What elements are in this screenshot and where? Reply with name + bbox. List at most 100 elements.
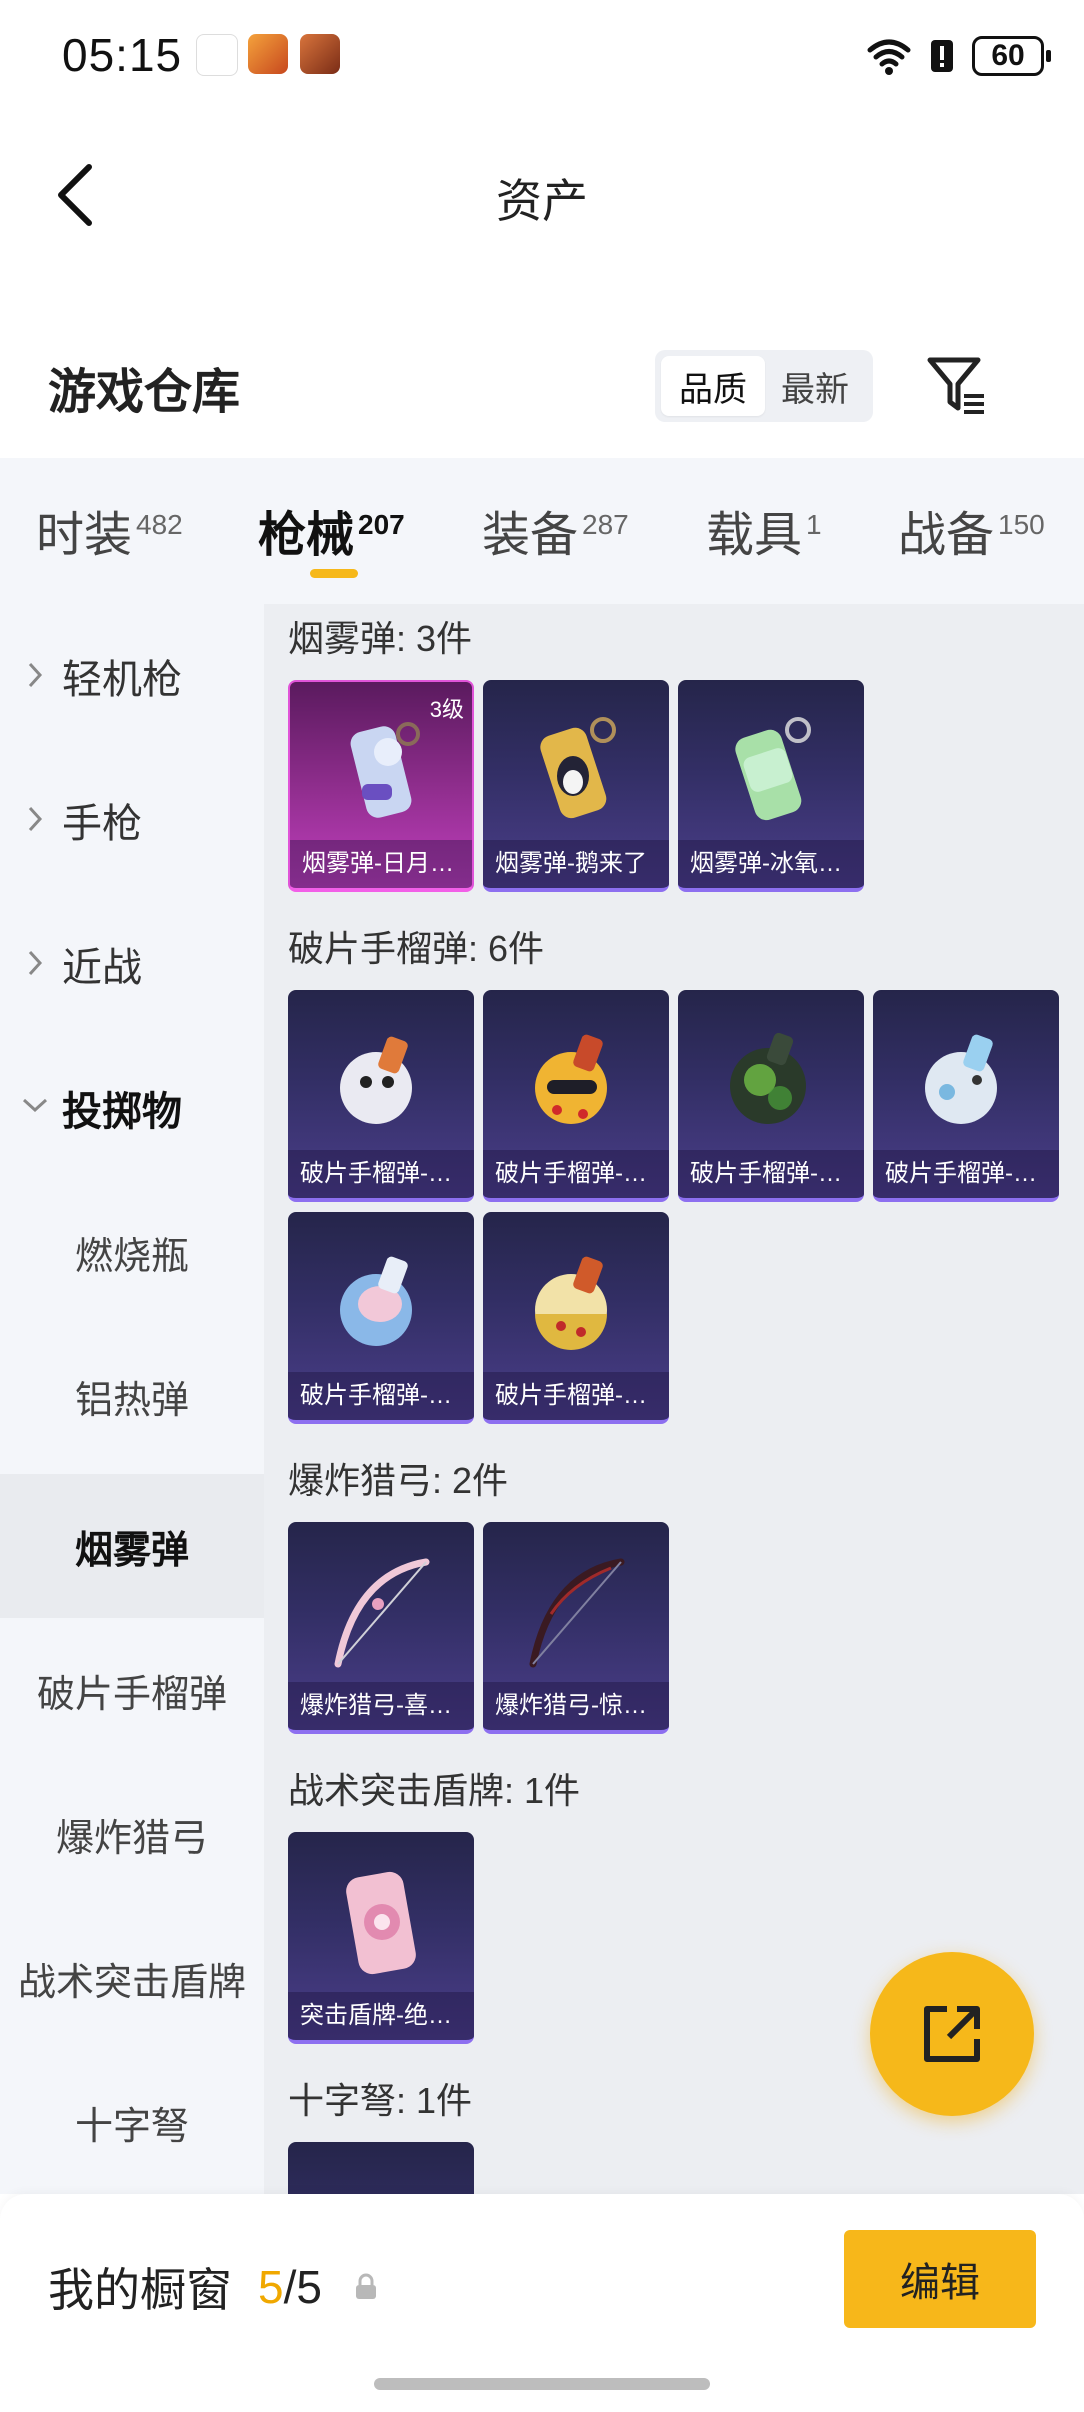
alert-icon xyxy=(931,40,953,72)
item-label: 破片手榴弹-… xyxy=(678,1150,864,1198)
status-time: 05:15 xyxy=(62,29,183,81)
smoke-grenade-image xyxy=(735,717,811,821)
item-card[interactable]: 破片手榴弹-… xyxy=(483,1212,669,1424)
bow-image xyxy=(334,1558,430,1668)
sidebar-item-molotov[interactable]: 燃烧瓶 xyxy=(0,1180,264,1324)
warehouse-title: 游戏仓库 xyxy=(48,366,241,419)
sidebar-item-label: 近战 xyxy=(62,946,142,990)
sidebar-item-thermite[interactable]: 铝热弹 xyxy=(0,1324,264,1468)
shield-image xyxy=(346,1871,416,1975)
tab-fashion[interactable]: 时装 482 xyxy=(36,495,183,565)
sidebar-item-frag-grenade[interactable]: 破片手榴弹 xyxy=(0,1618,264,1762)
item-card[interactable]: 破片手榴弹-… xyxy=(873,990,1059,1202)
tab-label: 载具 xyxy=(706,509,803,562)
filter-button[interactable] xyxy=(922,350,992,420)
share-fab-button[interactable] xyxy=(870,1952,1034,2116)
section-title-smoke: 烟雾弹: 3件 xyxy=(288,618,473,659)
edit-button[interactable]: 编辑 xyxy=(844,2230,1036,2328)
page-title: 资产 xyxy=(496,175,588,227)
sidebar-item-label: 投掷物 xyxy=(62,1090,182,1134)
item-card[interactable]: 突击盾牌-绝… xyxy=(288,1832,474,2044)
item-label: 烟雾弹-鹅来了 xyxy=(483,840,669,888)
bow-image xyxy=(529,1558,625,1668)
sidebar-item-assault-shield[interactable]: 战术突击盾牌 xyxy=(0,1906,264,2050)
tab-count: 150 xyxy=(998,509,1045,540)
showcase-info: 我的橱窗 5 / 5 xyxy=(48,2254,380,2320)
item-card[interactable]: 爆炸猎弓-惊… xyxy=(483,1522,669,1734)
tab-tactical-gear[interactable]: 战备 150 xyxy=(898,495,1045,565)
sidebar-item-pistol[interactable]: 手枪 xyxy=(0,748,264,892)
filter-icon xyxy=(927,357,984,414)
tab-label: 装备 xyxy=(482,509,579,562)
home-indicator[interactable] xyxy=(374,2378,710,2390)
frag-grenade-image xyxy=(925,1034,997,1124)
item-label: 突击盾牌-绝… xyxy=(288,1992,474,2040)
tab-guns[interactable]: 枪械 207 xyxy=(258,495,405,565)
game-notification-icon xyxy=(300,34,340,74)
section-title-bow: 爆炸猎弓: 2件 xyxy=(288,1460,509,1501)
frag-grenade-image xyxy=(730,1032,806,1124)
tab-label: 战备 xyxy=(898,509,995,562)
showcase-count-current: 5 xyxy=(258,2261,284,2313)
frag-grenade-image xyxy=(340,1036,412,1124)
sidebar-item-throwables[interactable]: 投掷物 xyxy=(0,1036,264,1180)
app-notification-icon xyxy=(248,34,288,74)
external-link-icon xyxy=(924,2006,980,2062)
item-card[interactable]: 破片手榴弹-… xyxy=(483,990,669,1202)
item-card[interactable]: 烟雾弹-鹅来了 xyxy=(483,680,669,892)
lock-icon xyxy=(355,2273,376,2299)
wifi-icon xyxy=(867,39,911,75)
battery-icon: 60 xyxy=(972,36,1051,76)
sidebar-item-label: 轻机枪 xyxy=(62,658,182,702)
item-card[interactable]: 破片手榴弹-… xyxy=(288,990,474,1202)
status-icons: 60 xyxy=(866,30,1051,82)
item-label: 破片手榴弹-… xyxy=(483,1372,669,1420)
item-label: 破片手榴弹-… xyxy=(288,1150,474,1198)
item-card[interactable] xyxy=(288,2142,474,2194)
frag-grenade-image xyxy=(535,1256,607,1350)
item-label: 爆炸猎弓-惊… xyxy=(483,1682,669,1730)
sidebar-item-light-machine-gun[interactable]: 轻机枪 xyxy=(0,604,264,748)
showcase-count-separator: / xyxy=(283,2261,297,2313)
sidebar-item-smoke-grenade[interactable]: 烟雾弹 xyxy=(0,1474,264,1618)
tab-count: 482 xyxy=(136,509,183,540)
item-label: 爆炸猎弓-喜… xyxy=(288,1682,474,1730)
frag-grenade-image xyxy=(535,1034,607,1124)
smoke-grenade-image xyxy=(540,717,616,819)
chevron-down-icon xyxy=(22,1098,48,1113)
smoke-grenade-image xyxy=(350,722,420,818)
tab-label: 时装 xyxy=(36,509,133,562)
sort-latest-button[interactable]: 最新 xyxy=(763,356,867,416)
sidebar-item-label: 手枪 xyxy=(62,802,142,846)
item-label: 烟雾弹-日月… xyxy=(290,840,472,888)
item-label: 破片手榴弹-… xyxy=(288,1372,474,1420)
section-title-shield: 战术突击盾牌: 1件 xyxy=(288,1770,581,1811)
tab-label: 枪械 xyxy=(258,509,355,562)
item-card[interactable]: 破片手榴弹-… xyxy=(288,1212,474,1424)
chevron-right-icon xyxy=(28,950,43,976)
sidebar: 轻机枪 手枪 近战 投掷物 燃烧瓶 铝热弹 烟雾弹 破片手榴弹 爆炸猎弓 战术突… xyxy=(0,604,264,2194)
sidebar-item-crossbow[interactable]: 十字弩 xyxy=(0,2050,264,2194)
tab-equipment[interactable]: 装备 287 xyxy=(482,495,629,565)
item-card[interactable]: 破片手榴弹-… xyxy=(678,990,864,1202)
sidebar-item-explosive-bow[interactable]: 爆炸猎弓 xyxy=(0,1762,264,1906)
qq-notification-icon xyxy=(196,34,238,76)
item-card[interactable]: 爆炸猎弓-喜… xyxy=(288,1522,474,1734)
active-tab-indicator xyxy=(310,569,358,578)
tab-count: 207 xyxy=(358,509,405,540)
tab-count: 287 xyxy=(582,509,629,540)
frag-grenade-image xyxy=(340,1256,412,1346)
tab-vehicles[interactable]: 载具 1 xyxy=(706,495,822,565)
sidebar-item-melee[interactable]: 近战 xyxy=(0,892,264,1036)
showcase-label: 我的橱窗 xyxy=(48,2264,232,2316)
sort-quality-button[interactable]: 品质 xyxy=(661,356,765,416)
item-label: 破片手榴弹-… xyxy=(483,1150,669,1198)
item-card[interactable]: 3级 烟雾弹-日月… xyxy=(288,680,474,892)
section-title-crossbow: 十字弩: 1件 xyxy=(288,2080,473,2121)
chevron-right-icon xyxy=(28,662,43,688)
status-bar: 05:15 60 xyxy=(0,0,1084,110)
tab-count: 1 xyxy=(806,509,822,540)
chevron-right-icon xyxy=(28,806,43,832)
item-card[interactable]: 烟雾弹-冰氧… xyxy=(678,680,864,892)
item-label: 破片手榴弹-… xyxy=(873,1150,1059,1198)
